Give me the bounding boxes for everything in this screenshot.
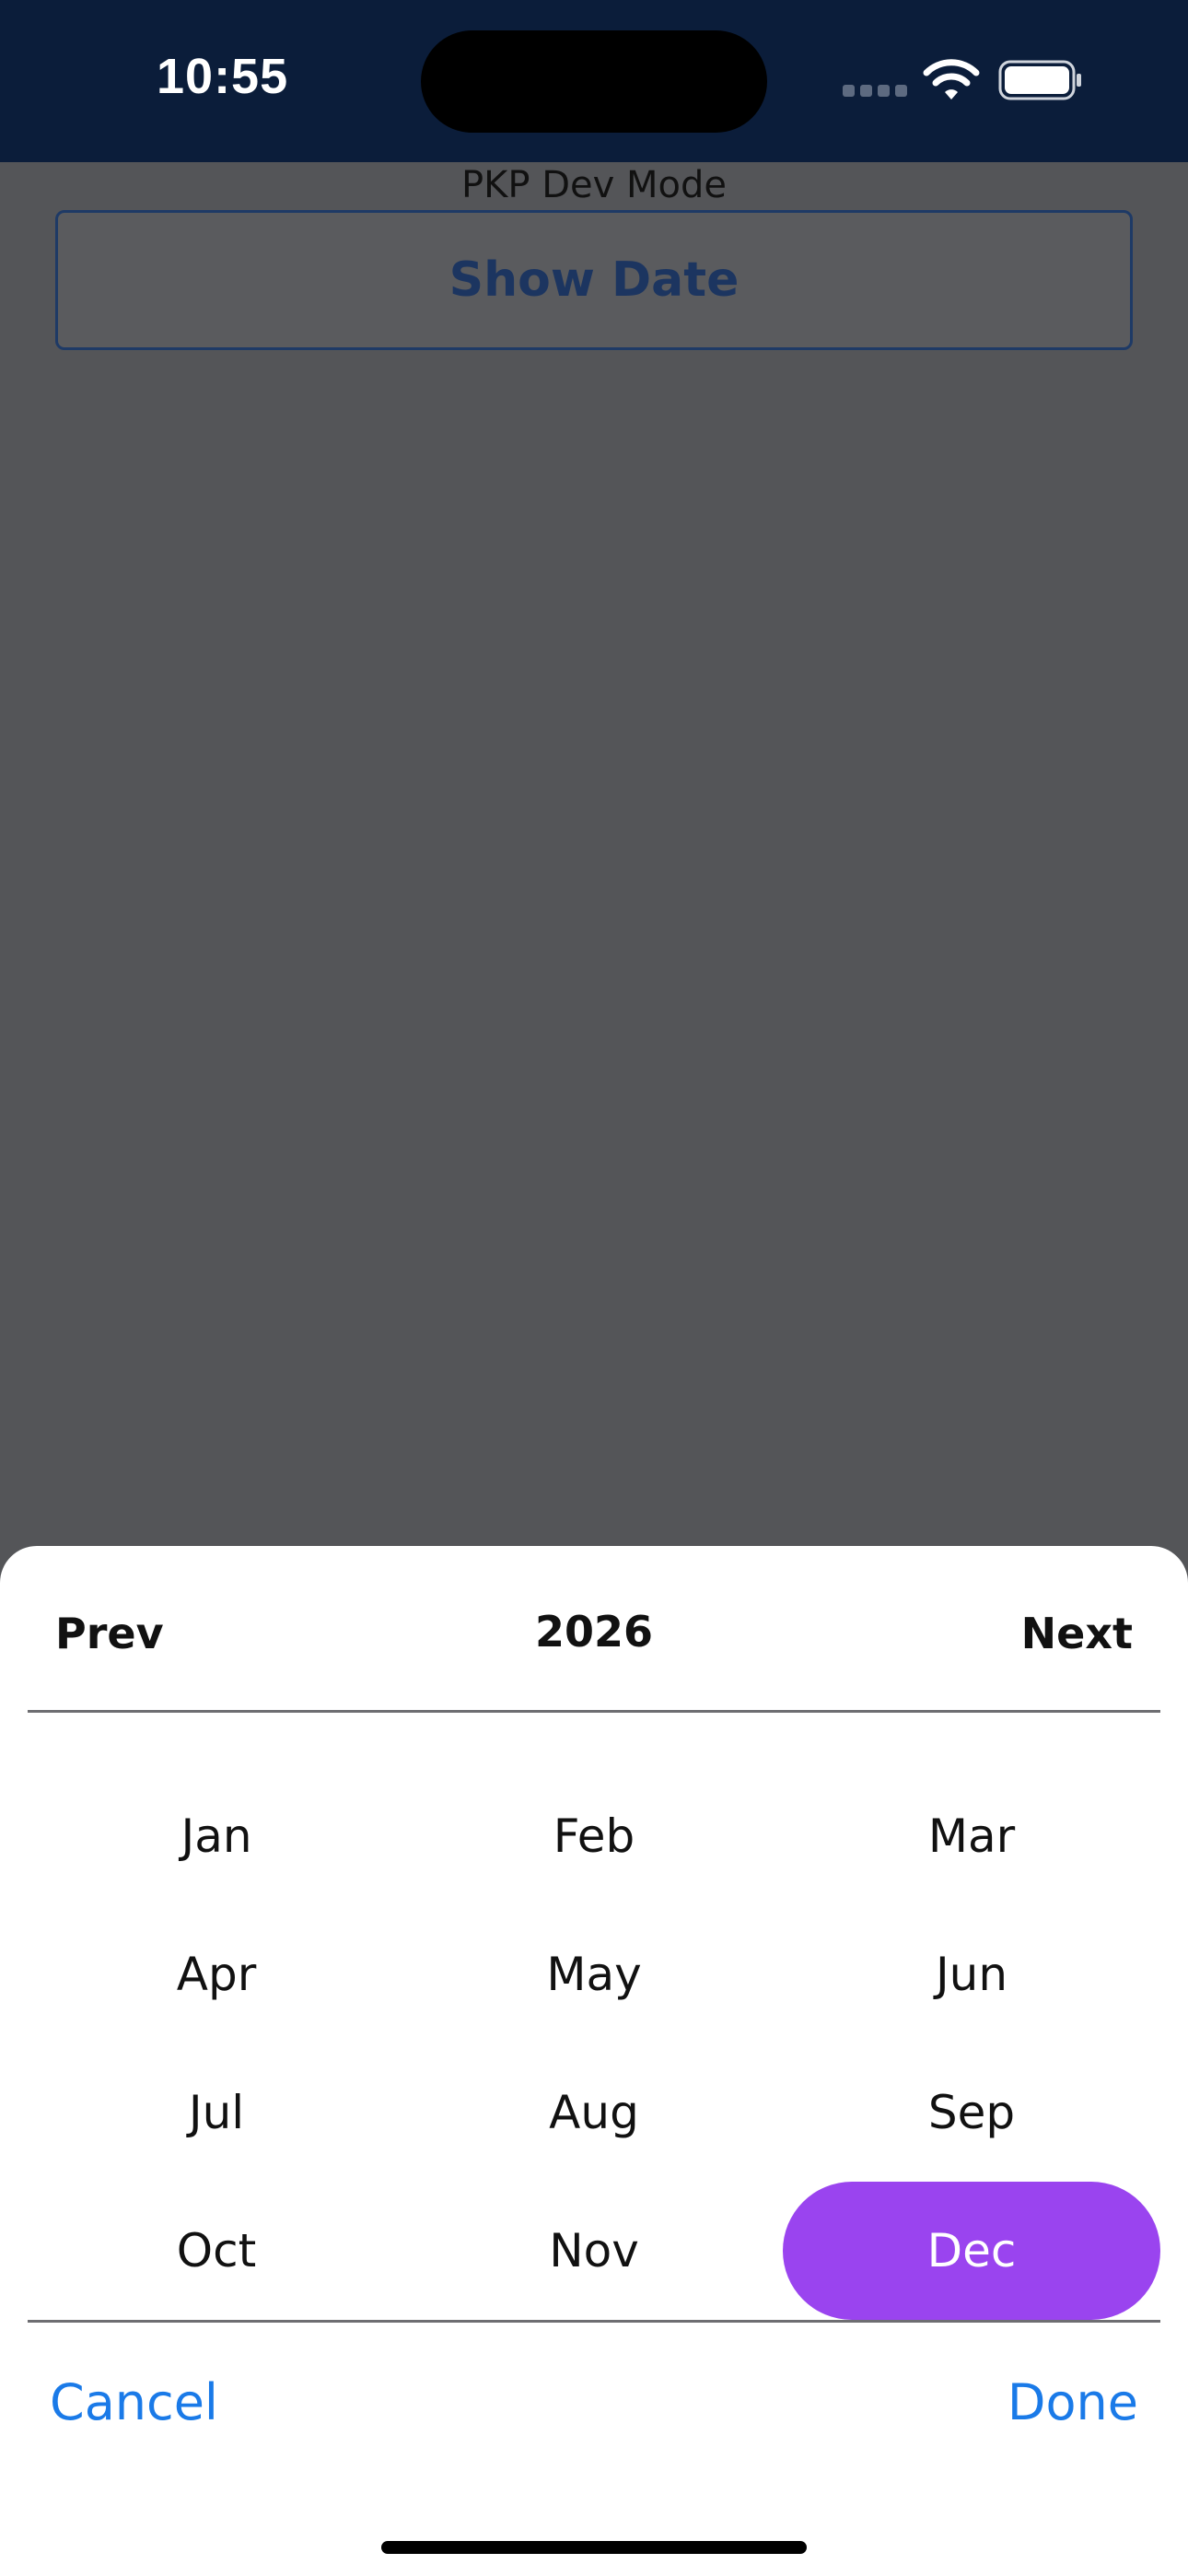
home-indicator[interactable] — [381, 2541, 807, 2554]
divider — [28, 1710, 1160, 1713]
month-grid: Jan Feb Mar Apr May Jun Jul Aug Sep Oct … — [28, 1767, 1160, 2320]
cellular-signal-icon — [843, 85, 907, 98]
dynamic-island — [421, 30, 767, 133]
battery-icon — [998, 60, 1081, 100]
month-dec[interactable]: Dec — [783, 2182, 1160, 2320]
month-jan[interactable]: Jan — [28, 1767, 405, 1905]
done-button[interactable]: Done — [1007, 2373, 1138, 2431]
month-feb[interactable]: Feb — [405, 1767, 783, 1905]
divider — [28, 2320, 1160, 2323]
month-jul[interactable]: Jul — [28, 2043, 405, 2182]
cancel-button[interactable]: Cancel — [50, 2373, 218, 2431]
month-sep[interactable]: Sep — [783, 2043, 1160, 2182]
month-oct[interactable]: Oct — [28, 2182, 405, 2320]
month-mar[interactable]: Mar — [783, 1767, 1160, 1905]
month-may[interactable]: May — [405, 1905, 783, 2043]
month-aug[interactable]: Aug — [405, 2043, 783, 2182]
status-bar: 10:55 — [0, 0, 1188, 162]
month-apr[interactable]: Apr — [28, 1905, 405, 2043]
show-date-button[interactable]: Show Date — [55, 210, 1133, 350]
wifi-icon — [923, 59, 980, 100]
month-nov[interactable]: Nov — [405, 2182, 783, 2320]
month-picker-sheet: Prev 2026 Next Jan Feb Mar Apr May Jun J… — [0, 1546, 1188, 2576]
status-time: 10:55 — [157, 49, 289, 104]
next-year-button[interactable]: Next — [1021, 1609, 1133, 1658]
dev-mode-label: PKP Dev Mode — [461, 164, 727, 206]
month-jun[interactable]: Jun — [783, 1905, 1160, 2043]
year-title: 2026 — [534, 1607, 654, 1657]
